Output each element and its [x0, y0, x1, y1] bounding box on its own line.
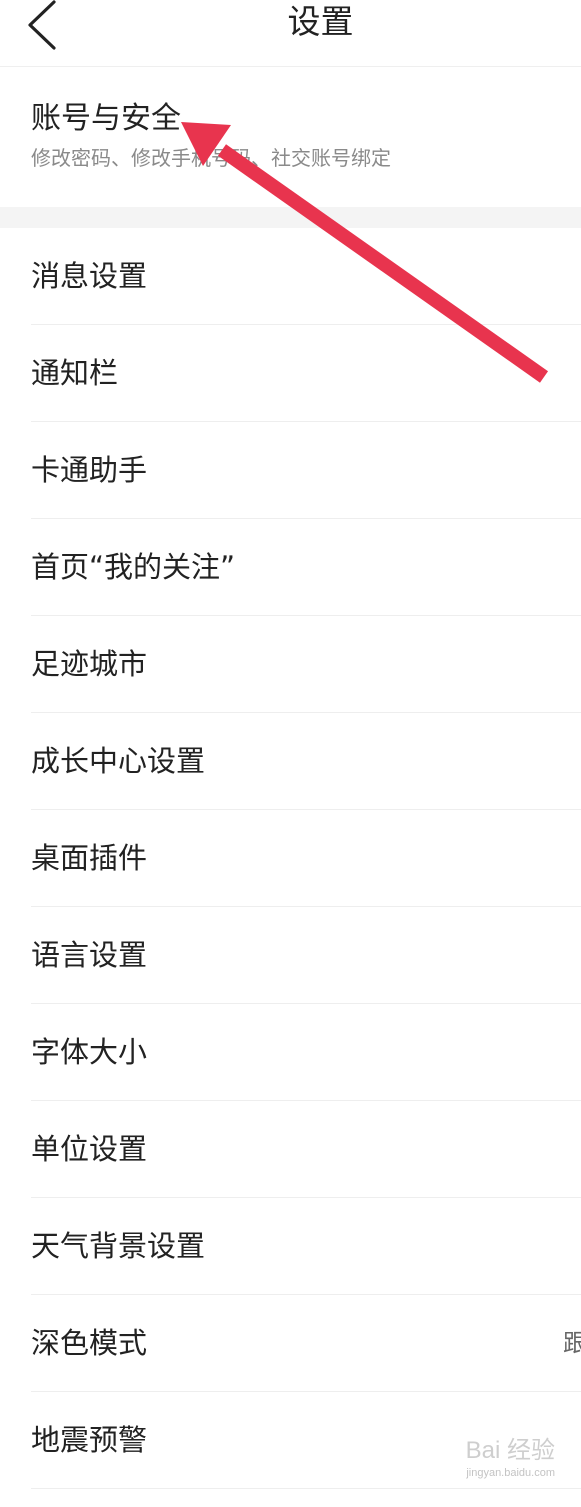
settings-item-home-follow[interactable]: 首页“我的关注” — [0, 519, 581, 616]
settings-item-label: 消息设置 — [31, 259, 148, 293]
top-bar: 设置 — [0, 0, 581, 67]
settings-item-font-size[interactable]: 字体大小 — [0, 1004, 581, 1101]
settings-item-label: 桌面插件 — [31, 841, 148, 875]
settings-item-label: 卡通助手 — [31, 453, 148, 487]
settings-item-label: 语言设置 — [31, 938, 148, 972]
settings-item-desktop-widget[interactable]: 桌面插件 — [0, 810, 581, 907]
watermark-site: jingyan.baidu.com — [466, 1467, 555, 1479]
account-security-item[interactable]: 账号与安全 修改密码、修改手机号码、社交账号绑定 — [0, 67, 581, 207]
settings-item-dark-mode[interactable]: 深色模式 跟 — [0, 1295, 581, 1392]
settings-item-label: 首页“我的关注” — [31, 550, 236, 584]
settings-item-label: 单位设置 — [31, 1132, 148, 1166]
settings-item-footprint-city[interactable]: 足迹城市 — [0, 616, 581, 713]
settings-item-label: 字体大小 — [31, 1035, 148, 1069]
settings-item-label: 地震预警 — [31, 1423, 148, 1457]
settings-item-label: 深色模式 — [31, 1326, 148, 1360]
account-security-subtitle: 修改密码、修改手机号码、社交账号绑定 — [31, 146, 391, 170]
section-divider — [0, 207, 581, 228]
settings-list: 消息设置 通知栏 卡通助手 首页“我的关注” 足迹城市 成长中心设置 桌面插件 … — [0, 228, 581, 1489]
settings-item-cartoon-assistant[interactable]: 卡通助手 — [0, 422, 581, 519]
settings-item-notification-bar[interactable]: 通知栏 — [0, 325, 581, 422]
watermark: Bai 经验 jingyan.baidu.com — [466, 1437, 555, 1479]
account-security-label: 账号与安全 — [31, 101, 181, 136]
settings-item-message[interactable]: 消息设置 — [0, 228, 581, 325]
settings-item-weather-background[interactable]: 天气背景设置 — [0, 1198, 581, 1295]
settings-item-label: 通知栏 — [31, 356, 119, 390]
settings-item-label: 天气背景设置 — [31, 1229, 206, 1263]
page-title: 设置 — [287, 2, 354, 41]
watermark-brand: Bai 经验 — [465, 1437, 555, 1464]
settings-item-label: 足迹城市 — [31, 647, 148, 681]
settings-item-growth-center[interactable]: 成长中心设置 — [0, 713, 581, 810]
settings-item-label: 成长中心设置 — [31, 744, 206, 778]
dark-mode-value: 跟 — [563, 1329, 581, 1357]
settings-item-language[interactable]: 语言设置 — [0, 907, 581, 1004]
row-divider — [31, 1488, 581, 1489]
settings-item-units[interactable]: 单位设置 — [0, 1101, 581, 1198]
